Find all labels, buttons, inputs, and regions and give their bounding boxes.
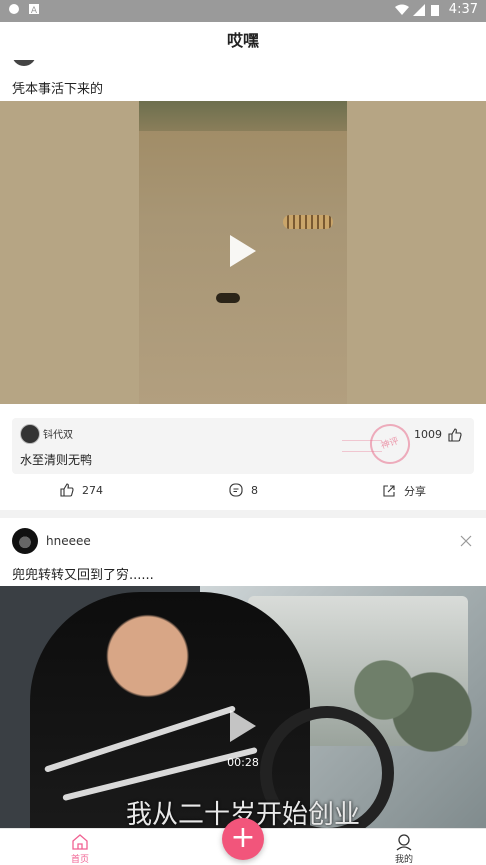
close-icon[interactable] xyxy=(460,532,472,547)
svg-text:A: A xyxy=(31,6,38,15)
feed[interactable]: 凭本事活下来的 钭代双 神评 1009 水至清则无鸭 274 8 分享 hnee… xyxy=(0,60,486,828)
video-player[interactable] xyxy=(0,101,486,404)
like-count: 274 xyxy=(82,483,103,497)
signal-icon xyxy=(412,3,425,16)
tab-mine[interactable]: 我的 xyxy=(384,833,424,865)
like-button[interactable]: 274 xyxy=(60,483,103,497)
status-time: 4:37 xyxy=(448,2,478,17)
tab-home[interactable]: 首页 xyxy=(60,833,100,865)
share-button[interactable]: 分享 xyxy=(382,483,426,499)
comment-username[interactable]: 钭代双 xyxy=(43,426,73,441)
user-icon xyxy=(396,834,412,851)
play-icon[interactable] xyxy=(222,231,262,271)
post-text[interactable]: 兜兜转转又回到了穷...... xyxy=(12,564,154,583)
comment-count: 8 xyxy=(251,483,258,497)
comment-like-count: 1009 xyxy=(414,428,442,441)
post-text[interactable]: 凭本事活下来的 xyxy=(12,78,103,97)
duck-figure xyxy=(216,293,240,303)
thumbs-up-icon[interactable] xyxy=(448,427,462,442)
tiger-figure xyxy=(283,215,333,229)
home-icon xyxy=(72,834,88,850)
thumbs-up-icon xyxy=(60,483,74,497)
comment-icon xyxy=(229,483,243,497)
wifi-icon xyxy=(394,4,409,16)
comment-text: 水至清则无鸭 xyxy=(20,453,93,467)
status-bar: A 4:37 xyxy=(0,0,486,22)
post-card[interactable]: 凭本事活下来的 钭代双 神评 1009 水至清则无鸭 274 8 分享 xyxy=(0,60,486,510)
top-comment[interactable]: 钭代双 神评 1009 水至清则无鸭 xyxy=(12,418,474,474)
battery-icon xyxy=(430,4,443,16)
video-player[interactable]: 00:28 我从二十岁开始创业 xyxy=(0,586,486,828)
post-actions: 274 8 分享 xyxy=(0,480,486,504)
avatar[interactable] xyxy=(12,528,38,554)
video-duration: 00:28 xyxy=(227,756,259,769)
avatar[interactable] xyxy=(20,424,40,444)
a-icon: A xyxy=(28,3,40,16)
share-label: 分享 xyxy=(404,485,426,498)
avatar[interactable] xyxy=(12,60,36,66)
video-shore xyxy=(139,101,347,131)
page-title: 哎嘿 xyxy=(226,31,259,50)
app-icon xyxy=(8,3,20,15)
share-icon xyxy=(383,485,395,497)
post-card[interactable]: hneeee 兜兜转转又回到了穷...... 00:28 我从二十岁开始创业 xyxy=(0,518,486,828)
app-header: 哎嘿 xyxy=(0,22,486,61)
top-comment-stamp: 神评 xyxy=(364,418,416,470)
create-post-button[interactable]: + xyxy=(222,818,264,860)
username[interactable]: hneeee xyxy=(46,534,91,548)
comment-button[interactable]: 8 xyxy=(229,483,258,497)
play-icon[interactable] xyxy=(222,706,262,746)
